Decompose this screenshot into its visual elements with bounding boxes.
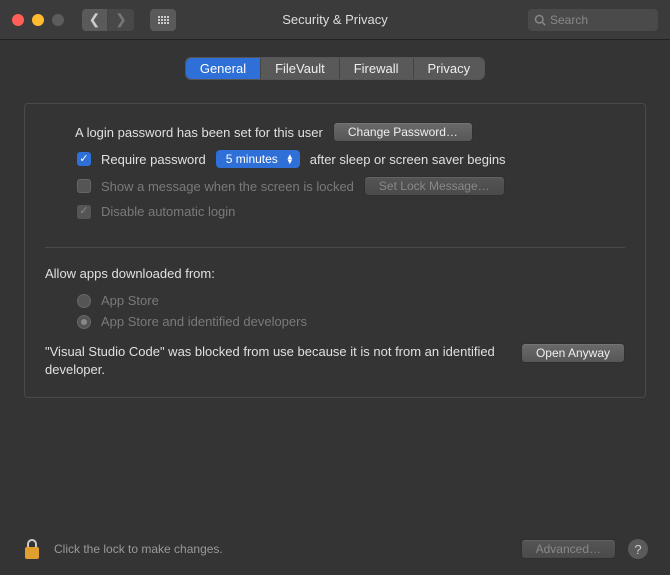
require-password-delay-value: 5 minutes [226,152,278,166]
allow-apps-heading: Allow apps downloaded from: [45,266,625,281]
require-password-delay-select[interactable]: 5 minutes ▲▼ [216,150,300,168]
blocked-app-text: "Visual Studio Code" was blocked from us… [45,343,505,379]
tab-general[interactable]: General [186,58,261,79]
help-button[interactable]: ? [628,539,648,559]
change-password-button[interactable]: Change Password… [333,122,473,142]
show-message-label: Show a message when the screen is locked [101,179,354,194]
window-controls [12,14,64,26]
lock-text: Click the lock to make changes. [54,542,223,556]
disable-auto-login-label: Disable automatic login [101,204,235,219]
search-field[interactable] [528,9,658,31]
require-password-checkbox[interactable] [77,152,91,166]
open-anyway-button[interactable]: Open Anyway [521,343,625,363]
login-password-text: A login password has been set for this u… [75,125,323,140]
tab-bar: General FileVault Firewall Privacy [24,58,646,79]
select-arrows-icon: ▲▼ [286,154,294,164]
lock-icon[interactable] [22,537,42,561]
footer: Click the lock to make changes. Advanced… [0,523,670,575]
general-section: A login password has been set for this u… [24,103,646,398]
back-button[interactable]: ❮ [82,9,108,31]
radio-app-store-label: App Store [101,293,159,308]
blocked-app-row: "Visual Studio Code" was blocked from us… [45,343,625,379]
tab-filevault[interactable]: FileVault [261,58,340,79]
titlebar: ❮ ❯ Security & Privacy [0,0,670,40]
radio-identified-developers-label: App Store and identified developers [101,314,307,329]
forward-button: ❯ [108,9,134,31]
tab-firewall[interactable]: Firewall [340,58,414,79]
show-all-button[interactable] [150,9,176,31]
set-lock-message-button: Set Lock Message… [364,176,505,196]
advanced-button[interactable]: Advanced… [521,539,616,559]
radio-app-store [77,294,91,308]
search-input[interactable] [550,13,652,27]
section-divider [45,247,625,248]
radio-identified-developers [77,315,91,329]
search-icon [534,14,546,26]
zoom-icon [52,14,64,26]
require-password-label: Require password [101,152,206,167]
minimize-icon[interactable] [32,14,44,26]
show-message-checkbox [77,179,91,193]
grid-icon [158,16,169,24]
content-area: General FileVault Firewall Privacy A log… [0,40,670,398]
close-icon[interactable] [12,14,24,26]
disable-auto-login-checkbox [77,205,91,219]
tab-privacy[interactable]: Privacy [414,58,485,79]
require-password-suffix: after sleep or screen saver begins [310,152,506,167]
nav-buttons: ❮ ❯ [82,9,134,31]
